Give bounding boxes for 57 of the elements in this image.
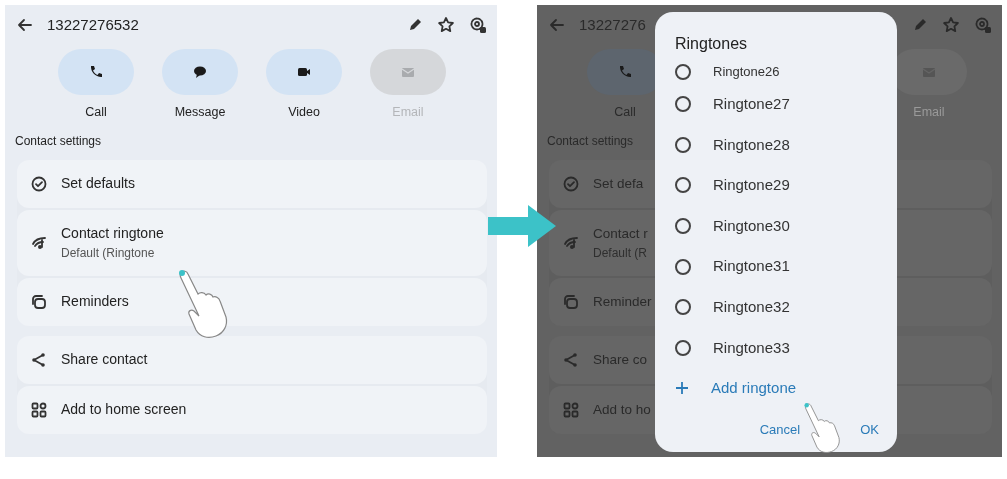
grid-icon [563, 401, 579, 418]
radio-button[interactable] [675, 258, 691, 275]
dialog-title: Ringtones [675, 34, 749, 54]
radio-button[interactable] [675, 96, 691, 113]
action-label: Email [392, 104, 424, 121]
share-icon [563, 351, 579, 368]
music-note-icon [563, 234, 579, 251]
chat-bubble-icon[interactable] [192, 64, 208, 80]
ringtone-option[interactable]: Ringtone29 [675, 165, 879, 206]
message-button[interactable] [162, 49, 238, 95]
radio-button[interactable] [675, 136, 691, 153]
add-ringtone-button[interactable]: Add ringtone [675, 368, 797, 409]
item-title: Contact ringtone [61, 224, 164, 244]
ringtone-option[interactable]: Ringtone33 [675, 327, 879, 369]
radio-button[interactable] [675, 218, 691, 235]
radio-button[interactable] [675, 64, 691, 80]
settings-item[interactable]: Set defaults [17, 159, 487, 208]
radio-button[interactable] [675, 177, 691, 194]
phone-icon[interactable] [88, 64, 104, 80]
ok-button[interactable]: OK [860, 420, 879, 440]
right-arrow-icon [488, 205, 556, 247]
ringtone-option[interactable]: Ringtone32 [675, 286, 879, 328]
ringtone-option[interactable]: Ringtone31 [675, 246, 879, 287]
ringtone-option[interactable]: Ringtone28 [675, 124, 879, 166]
ringtone-option[interactable]: Ringtone26 [675, 60, 879, 84]
action-label: Message [174, 104, 226, 121]
radio-button[interactable] [675, 299, 691, 316]
stacked-cards-icon [563, 293, 579, 310]
action-label: Email [913, 104, 945, 121]
edit-icon[interactable] [407, 17, 423, 33]
action-label: Call [85, 104, 107, 121]
settings-item[interactable]: Reminders [17, 277, 487, 326]
ringtone-option[interactable]: Ringtone30 [675, 205, 879, 247]
ringtone-option[interactable]: Ringtone27 [675, 84, 879, 125]
contact-number: 13227276 [579, 14, 646, 35]
plus-icon [675, 381, 689, 396]
settings-item[interactable]: Add to home screen [17, 385, 487, 434]
radio-button[interactable] [675, 339, 691, 356]
back-icon[interactable] [17, 17, 33, 33]
music-note-icon [31, 234, 47, 251]
check-circle-icon [563, 175, 579, 192]
share-icon [31, 351, 47, 368]
star-icon[interactable] [942, 16, 960, 34]
contact-number: 13227276532 [47, 14, 139, 35]
check-circle-icon [31, 175, 47, 192]
cancel-button[interactable]: Cancel [759, 420, 801, 440]
video-button[interactable] [266, 49, 342, 95]
star-icon[interactable] [437, 16, 455, 34]
section-title: Contact settings [547, 132, 634, 150]
item-subtitle: Default (Ringtone [61, 245, 156, 263]
stacked-cards-icon [31, 293, 47, 310]
settings-item[interactable]: Share contact [17, 335, 487, 384]
grid-icon [31, 401, 47, 418]
action-label: Call [614, 104, 636, 121]
action-label: Video [288, 104, 320, 121]
settings-item[interactable]: Contact ringtone Default (Ringtone [17, 209, 487, 276]
section-title: Contact settings [15, 132, 102, 150]
